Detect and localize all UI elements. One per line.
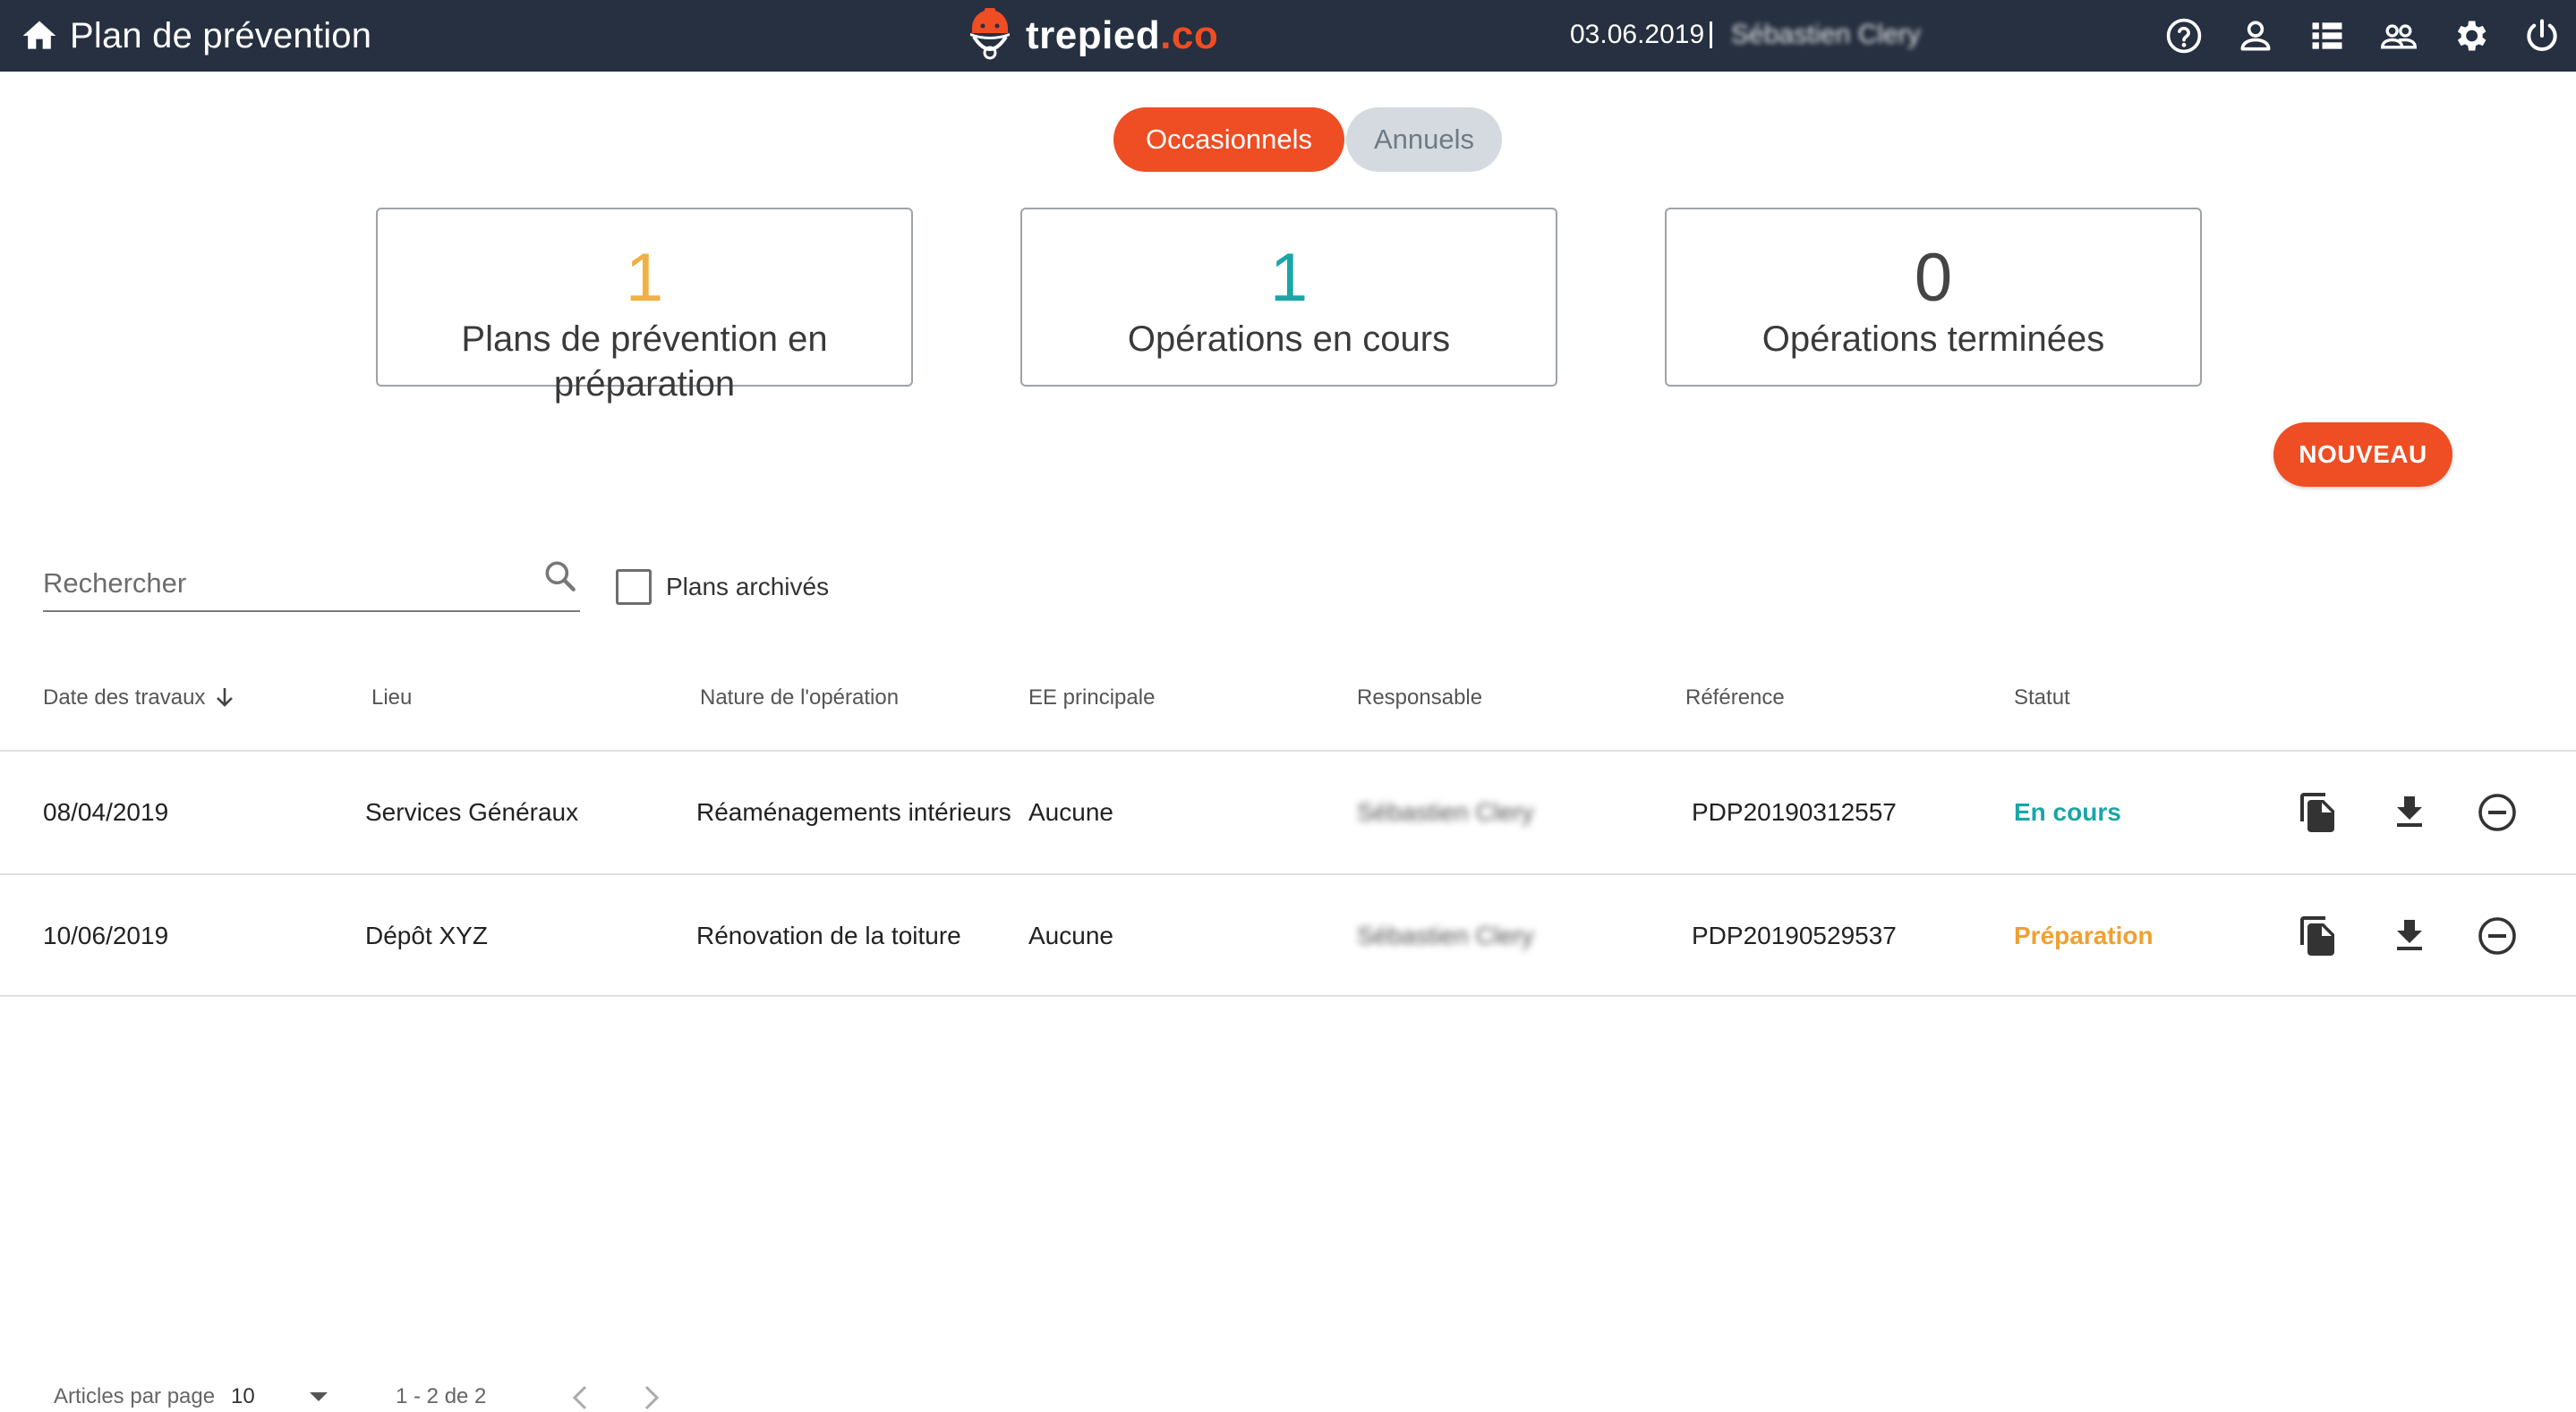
column-header-nature[interactable]: Nature de l'opération: [700, 684, 899, 712]
caret-down-icon: [310, 1392, 328, 1401]
items-per-page-select[interactable]: 10: [227, 1378, 333, 1412]
cell-responsable: Sébastien Clery: [1357, 798, 1534, 826]
current-date: 03.06.2019: [1570, 20, 1705, 49]
tab-annuels[interactable]: Annuels: [1346, 107, 1502, 172]
stat-value: 1: [1269, 240, 1309, 316]
column-header-reference[interactable]: Référence: [1685, 684, 1785, 712]
cell-status: Préparation: [2014, 922, 2154, 949]
column-header-ee[interactable]: EE principale: [1028, 684, 1155, 712]
archived-plans-checkbox[interactable]: [616, 569, 652, 605]
remove-circle-icon[interactable]: [2476, 914, 2519, 957]
cell-reference: PDP20190529537: [1692, 922, 1897, 949]
search-input[interactable]: [43, 558, 526, 608]
cell-nature: Rénovation de la toiture: [696, 922, 961, 949]
list-icon[interactable]: [2307, 16, 2347, 55]
column-header-responsable[interactable]: Responsable: [1357, 684, 1482, 712]
cell-lieu: Services Généraux: [365, 798, 579, 826]
copy-icon[interactable]: [2297, 791, 2340, 834]
remove-circle-icon[interactable]: [2476, 791, 2519, 834]
next-page-icon[interactable]: [634, 1378, 670, 1412]
stat-card-preparation[interactable]: 1 Plans de prévention en préparation: [376, 208, 913, 404]
table-row[interactable]: 08/04/2019 Services Généraux Réaménageme…: [0, 750, 2576, 873]
pagination-range: 1 - 2 de 2: [396, 1384, 487, 1408]
cell-date: 10/06/2019: [43, 922, 169, 949]
stat-label: Opérations en cours: [1127, 319, 1451, 359]
items-per-page-label: Articles par page: [54, 1384, 216, 1408]
logo-text-main: trepied: [1026, 13, 1161, 57]
sort-arrow-down-icon[interactable]: [214, 685, 235, 710]
trepied-logo: trepied.co: [965, 5, 1218, 66]
user-icon[interactable]: [2236, 16, 2275, 55]
download-icon[interactable]: [2388, 914, 2431, 957]
cell-date: 08/04/2019: [43, 798, 169, 826]
cell-reference: PDP20190312557: [1692, 798, 1897, 826]
search-icon[interactable]: [541, 557, 580, 596]
cell-lieu: Dépôt XYZ: [365, 922, 488, 949]
column-header-date-label: Date des travaux: [43, 685, 206, 710]
group-icon[interactable]: [2379, 16, 2418, 55]
header-separator: [1710, 21, 1712, 48]
cell-ee: Aucune: [1028, 922, 1113, 949]
cell-responsable: Sébastien Clery: [1357, 922, 1534, 949]
app-title[interactable]: Plan de prévention: [70, 13, 371, 59]
logo-mark-icon: [970, 8, 1010, 60]
gear-icon[interactable]: [2451, 16, 2490, 55]
stat-value: 0: [1914, 240, 1953, 316]
current-user-name: Sébastien Clery: [1731, 20, 1921, 49]
search-box: [43, 555, 580, 612]
help-icon[interactable]: [2164, 16, 2204, 55]
cell-ee: Aucune: [1028, 798, 1113, 826]
top-bar: Plan de prévention trepied.co 03.06.2019…: [0, 0, 2576, 72]
archived-plans-label[interactable]: Plans archivés: [666, 571, 829, 603]
cell-status: En cours: [2014, 798, 2121, 826]
stat-card-terminees[interactable]: 0 Opérations terminées: [1665, 208, 2202, 387]
previous-page-icon[interactable]: [562, 1378, 598, 1412]
column-header-statut[interactable]: Statut: [2014, 684, 2070, 712]
new-plan-button[interactable]: NOUVEAU: [2273, 422, 2452, 487]
copy-icon[interactable]: [2297, 914, 2340, 957]
table-row[interactable]: 10/06/2019 Dépôt XYZ Rénovation de la to…: [0, 873, 2576, 997]
download-icon[interactable]: [2388, 791, 2431, 834]
home-icon[interactable]: [20, 16, 59, 55]
column-header-date[interactable]: Date des travaux: [43, 684, 235, 712]
power-icon[interactable]: [2522, 16, 2562, 55]
stat-label: Plans de prévention en préparation: [461, 319, 828, 404]
items-per-page-value: 10: [231, 1384, 255, 1408]
stat-label: Opérations terminées: [1761, 319, 2105, 359]
stat-value: 1: [625, 240, 664, 316]
logo-text-accent: .co: [1160, 13, 1219, 57]
cell-nature: Réaménagements intérieurs: [696, 798, 1011, 826]
column-header-lieu[interactable]: Lieu: [371, 684, 412, 712]
tab-occasionnels[interactable]: Occasionnels: [1113, 107, 1344, 172]
stat-card-en-cours[interactable]: 1 Opérations en cours: [1020, 208, 1557, 387]
